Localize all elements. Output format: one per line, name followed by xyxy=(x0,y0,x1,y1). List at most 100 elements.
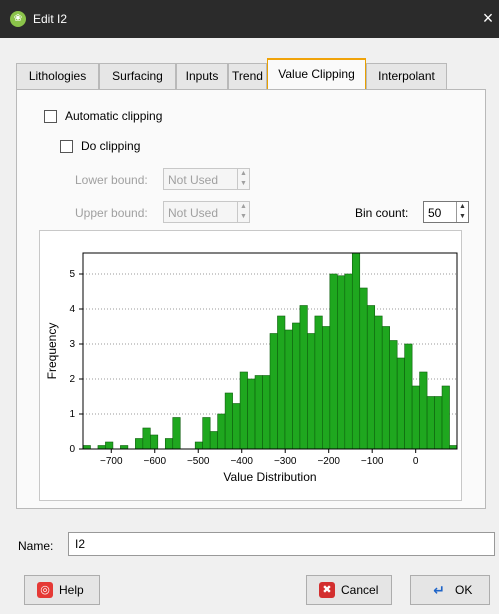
histogram-svg: −700 −600 −500 −400 −300 −200 −100 0 0 1 2 3 4 5 Value… xyxy=(45,252,458,484)
histogram-bar xyxy=(411,385,420,450)
bin-count-spinbox[interactable]: 50 ▲ ▼ xyxy=(423,201,469,223)
y-tick-label: 1 xyxy=(69,409,75,420)
enter-arrow-icon: ↵ xyxy=(433,582,445,598)
histogram-bar xyxy=(396,357,405,450)
histogram-bar xyxy=(404,343,413,450)
histogram-bar xyxy=(232,403,241,450)
histogram-bar xyxy=(135,438,144,450)
histogram-bar xyxy=(366,305,376,450)
do-clipping-label: Do clipping xyxy=(81,139,141,153)
y-tick-label: 5 xyxy=(69,269,75,280)
histogram-bar xyxy=(351,252,361,450)
histogram-bar xyxy=(419,371,428,450)
ok-button-label: OK xyxy=(455,583,473,597)
histogram-bar xyxy=(269,333,278,450)
y-tick-label: 4 xyxy=(69,304,75,315)
name-label: Name: xyxy=(18,539,54,553)
x-tick-label: −700 xyxy=(100,456,123,467)
x-tick-label: 0 xyxy=(413,456,419,467)
cancel-button-label: Cancel xyxy=(341,583,379,597)
bin-count-label: Bin count: xyxy=(355,206,409,220)
histogram-bar xyxy=(314,315,323,450)
automatic-clipping-label: Automatic clipping xyxy=(65,109,163,123)
x-tick-label: −500 xyxy=(187,456,210,467)
histogram-bar xyxy=(217,413,226,450)
y-axis-label: Frequency xyxy=(45,323,59,380)
ok-button[interactable]: ↵ OK xyxy=(410,575,490,605)
tab-trend[interactable]: Trend xyxy=(228,63,267,89)
histogram-bar xyxy=(299,305,308,450)
help-button[interactable]: ◎ Help xyxy=(24,575,100,605)
histogram-bar xyxy=(209,431,218,450)
spin-arrows-icon[interactable]: ▲ ▼ xyxy=(456,202,468,222)
lifebuoy-icon: ◎ xyxy=(37,582,53,598)
y-tick-label: 3 xyxy=(69,339,75,350)
y-tick-label: 2 xyxy=(69,374,75,385)
y-tick-label: 0 xyxy=(69,444,75,455)
histogram-bar xyxy=(426,396,435,450)
histogram-bar xyxy=(344,273,353,450)
help-button-label: Help xyxy=(59,583,84,597)
lower-bound-value: Not Used xyxy=(168,173,219,187)
tab-surfacing[interactable]: Surfacing xyxy=(99,63,176,89)
histogram-bar xyxy=(202,417,211,450)
app-logo-icon: ❀ xyxy=(10,11,26,27)
histogram-bar xyxy=(441,385,450,450)
histogram-bar xyxy=(97,445,106,450)
x-tick-label: −600 xyxy=(143,456,166,467)
title-bar: ❀ Edit I2 × xyxy=(0,0,499,38)
tab-value-clipping[interactable]: Value Clipping xyxy=(267,58,366,89)
value-clipping-panel: Automatic clipping Do clipping Lower bou… xyxy=(16,89,486,509)
lower-bound-label: Lower bound: xyxy=(75,173,148,187)
histogram-bar xyxy=(150,434,159,450)
histogram-chart: −700 −600 −500 −400 −300 −200 −100 0 0 1 2 3 4 5 Value… xyxy=(39,230,462,501)
tab-interpolant[interactable]: Interpolant xyxy=(366,63,447,89)
lower-bound-spinbox: Not Used ▲ ▼ xyxy=(163,168,250,190)
upper-bound-value: Not Used xyxy=(168,206,219,220)
histogram-bar xyxy=(82,445,91,450)
histogram-bar xyxy=(307,333,316,450)
histogram-bar xyxy=(277,315,286,450)
histogram-bar xyxy=(262,375,271,450)
spin-arrows-icon: ▲ ▼ xyxy=(237,169,249,189)
x-tick-label: −400 xyxy=(230,456,253,467)
close-icon[interactable]: × xyxy=(477,0,499,38)
histogram-bar xyxy=(247,378,256,450)
histogram-bar xyxy=(254,375,263,450)
histogram-bar xyxy=(374,315,383,450)
do-clipping-checkbox[interactable] xyxy=(60,140,73,153)
tab-lithologies[interactable]: Lithologies xyxy=(16,63,99,89)
histogram-bar xyxy=(434,396,443,450)
x-tick-label: −300 xyxy=(274,456,297,467)
tab-inputs[interactable]: Inputs xyxy=(176,63,228,89)
histogram-bar xyxy=(292,322,301,450)
histogram-bar xyxy=(164,438,174,450)
histogram-bar xyxy=(239,371,248,450)
histogram-bar xyxy=(172,417,181,450)
spin-arrows-icon: ▲ ▼ xyxy=(237,202,249,222)
window-title: Edit I2 xyxy=(33,12,68,26)
histogram-bar xyxy=(120,445,129,450)
red-x-icon: ✖ xyxy=(319,582,335,598)
x-axis-label: Value Distribution xyxy=(223,470,316,484)
histogram-bar xyxy=(105,441,114,450)
histogram-bar xyxy=(284,329,293,450)
cancel-button[interactable]: ✖ Cancel xyxy=(306,575,392,605)
histogram-bar xyxy=(337,275,346,450)
upper-bound-label: Upper bound: xyxy=(75,206,148,220)
histogram-bar xyxy=(194,441,203,450)
histogram-bar xyxy=(389,340,398,450)
histogram-bar xyxy=(359,287,368,450)
histogram-bar xyxy=(329,273,338,450)
histogram-bar xyxy=(142,427,151,450)
upper-bound-spinbox: Not Used ▲ ▼ xyxy=(163,201,250,223)
automatic-clipping-checkbox[interactable] xyxy=(44,110,57,123)
x-tick-label: −100 xyxy=(361,456,384,467)
histogram-bar xyxy=(224,392,233,450)
histogram-bar xyxy=(322,326,331,450)
name-input[interactable]: I2 xyxy=(68,532,495,556)
histogram-bar xyxy=(381,326,390,450)
bin-count-value[interactable]: 50 xyxy=(428,206,441,220)
histogram-bar xyxy=(449,445,458,450)
x-tick-label: −200 xyxy=(317,456,340,467)
